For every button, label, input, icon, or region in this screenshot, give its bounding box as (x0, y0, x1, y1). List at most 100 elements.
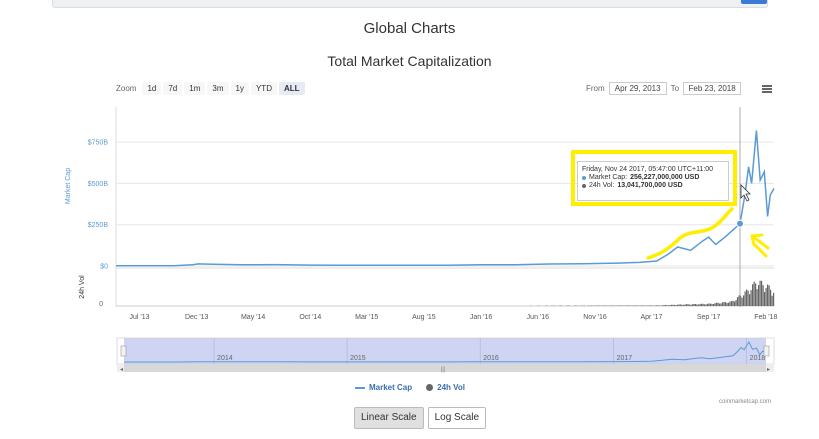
volume-bar (690, 304, 692, 306)
volume-bar (704, 304, 706, 306)
volume-bar (672, 304, 674, 306)
x-tick-label: Mar '15 (355, 314, 378, 321)
volume-bar (731, 301, 733, 306)
x-tick-label: Sep '17 (697, 314, 721, 321)
volume-bar (734, 301, 736, 306)
volume-bar (767, 284, 769, 306)
tooltip-mcap-label: Market Cap: (589, 174, 628, 181)
volume-bar (666, 305, 668, 306)
volume-bar (744, 291, 746, 306)
line-icon (355, 386, 365, 389)
volume-bar (743, 295, 745, 306)
volume-bar (720, 303, 722, 306)
volume-bar (765, 287, 767, 306)
volume-bar (752, 284, 754, 306)
log-scale-button[interactable]: Log Scale (427, 407, 487, 429)
volume-bar (648, 305, 650, 306)
x-tick-label: Oct '14 (299, 314, 321, 321)
volume-bar (627, 305, 629, 306)
highlight-arrow-icon (750, 233, 770, 258)
volume-bar (698, 304, 700, 306)
volume-bar (612, 305, 614, 306)
chart-tooltip: Friday, Nov 24 2017, 05:47:00 UTC+11:00 … (577, 161, 729, 201)
mcap-dot-icon (582, 175, 586, 180)
tooltip-vol-value: 13,041,700,000 USD (617, 182, 683, 189)
volume-bar (680, 304, 682, 306)
volume-bar (711, 304, 713, 306)
volume-bar (759, 280, 761, 306)
volume-bar (707, 303, 709, 306)
legend-24h-vol-label: 24h Vol (437, 383, 465, 392)
scroll-grip-icon: ||| (441, 367, 446, 373)
volume-bar (662, 305, 664, 306)
x-tick-label: Feb '18 (754, 314, 777, 321)
x-tick-label: Jul '13 (130, 314, 150, 321)
linear-scale-button[interactable]: Linear Scale (354, 407, 424, 429)
volume-bar (656, 305, 658, 306)
legend-24h-vol[interactable]: 24h Vol (426, 383, 465, 392)
y-tick-label: $0 (100, 264, 108, 271)
credit-link[interactable]: coinmarketcap.com (719, 399, 771, 405)
volume-bar (732, 300, 734, 306)
volume-bar (719, 303, 721, 306)
volume-bar (684, 304, 686, 306)
volume-bar (663, 305, 665, 306)
market-cap-chart[interactable]: $0 $250B $500B $750B Market Cap 24h Vol 0 Jul '… (0, 0, 819, 439)
volume-series-bars (530, 280, 775, 306)
navigator-tick-label: 2014 (217, 355, 233, 362)
volume-bar (746, 289, 748, 306)
legend-market-cap[interactable]: Market Cap (355, 383, 412, 392)
scroll-left-icon: ◂ (120, 367, 123, 373)
tooltip-mcap-row: Market Cap: 256,227,000,000 USD (582, 174, 724, 181)
volume-bar (714, 303, 716, 306)
volume-bar (689, 304, 691, 306)
volume-bar (641, 305, 643, 306)
y-tick-label: $750B (88, 140, 109, 147)
volume-bar (770, 289, 772, 306)
x-tick-label: May '14 (241, 314, 265, 321)
volume-bar (750, 290, 752, 306)
scale-buttons: Linear Scale Log Scale (354, 407, 487, 429)
y-axis-label: Market Cap (65, 168, 72, 204)
x-tick-label: Aug '15 (412, 314, 436, 321)
tooltip-date: Friday, Nov 24 2017, 05:47:00 UTC+11:00 (582, 166, 714, 173)
volume-bar (677, 304, 679, 306)
volume-bar (659, 305, 661, 306)
volume-bar (699, 303, 701, 306)
volume-bar (728, 302, 730, 306)
navigator-right-handle-icon (763, 345, 770, 357)
volume-bar (692, 304, 694, 306)
volume-bar (620, 305, 622, 306)
volume-bar (705, 304, 707, 306)
volume-bar (771, 295, 773, 306)
volume-bar (749, 294, 751, 306)
volume-bar (741, 297, 743, 306)
volume-bar (738, 295, 740, 306)
volume-bar (681, 304, 683, 306)
volume-bar (695, 304, 697, 306)
volume-bar (755, 283, 757, 306)
volume-bar (747, 290, 749, 306)
volume-bar (717, 302, 719, 306)
volume-bar (729, 301, 731, 306)
volume-bar (626, 305, 628, 306)
vol-dot-icon (582, 183, 586, 188)
volume-bar (657, 305, 659, 306)
navigator-tick-label: 2018 (750, 355, 766, 362)
navigator-tick-label: 2016 (483, 355, 499, 362)
volume-bar (762, 285, 764, 306)
y-tick-label: $250B (88, 222, 109, 229)
volume-bar (723, 301, 725, 306)
volume-bar (683, 304, 685, 306)
x-tick-label: Jan '16 (470, 314, 492, 321)
scroll-right-icon: ▸ (767, 367, 770, 373)
volume-bar (764, 292, 766, 306)
navigator-left-handle-icon (120, 345, 127, 357)
volume-bar (716, 302, 718, 306)
volume-bar (701, 303, 703, 306)
navigator-tick-label: 2015 (350, 355, 366, 362)
volume-bar (669, 304, 671, 306)
x-tick-label: Nov '16 (583, 314, 607, 321)
x-tick-label: Jun '16 (527, 314, 549, 321)
volume-bar (710, 303, 712, 306)
